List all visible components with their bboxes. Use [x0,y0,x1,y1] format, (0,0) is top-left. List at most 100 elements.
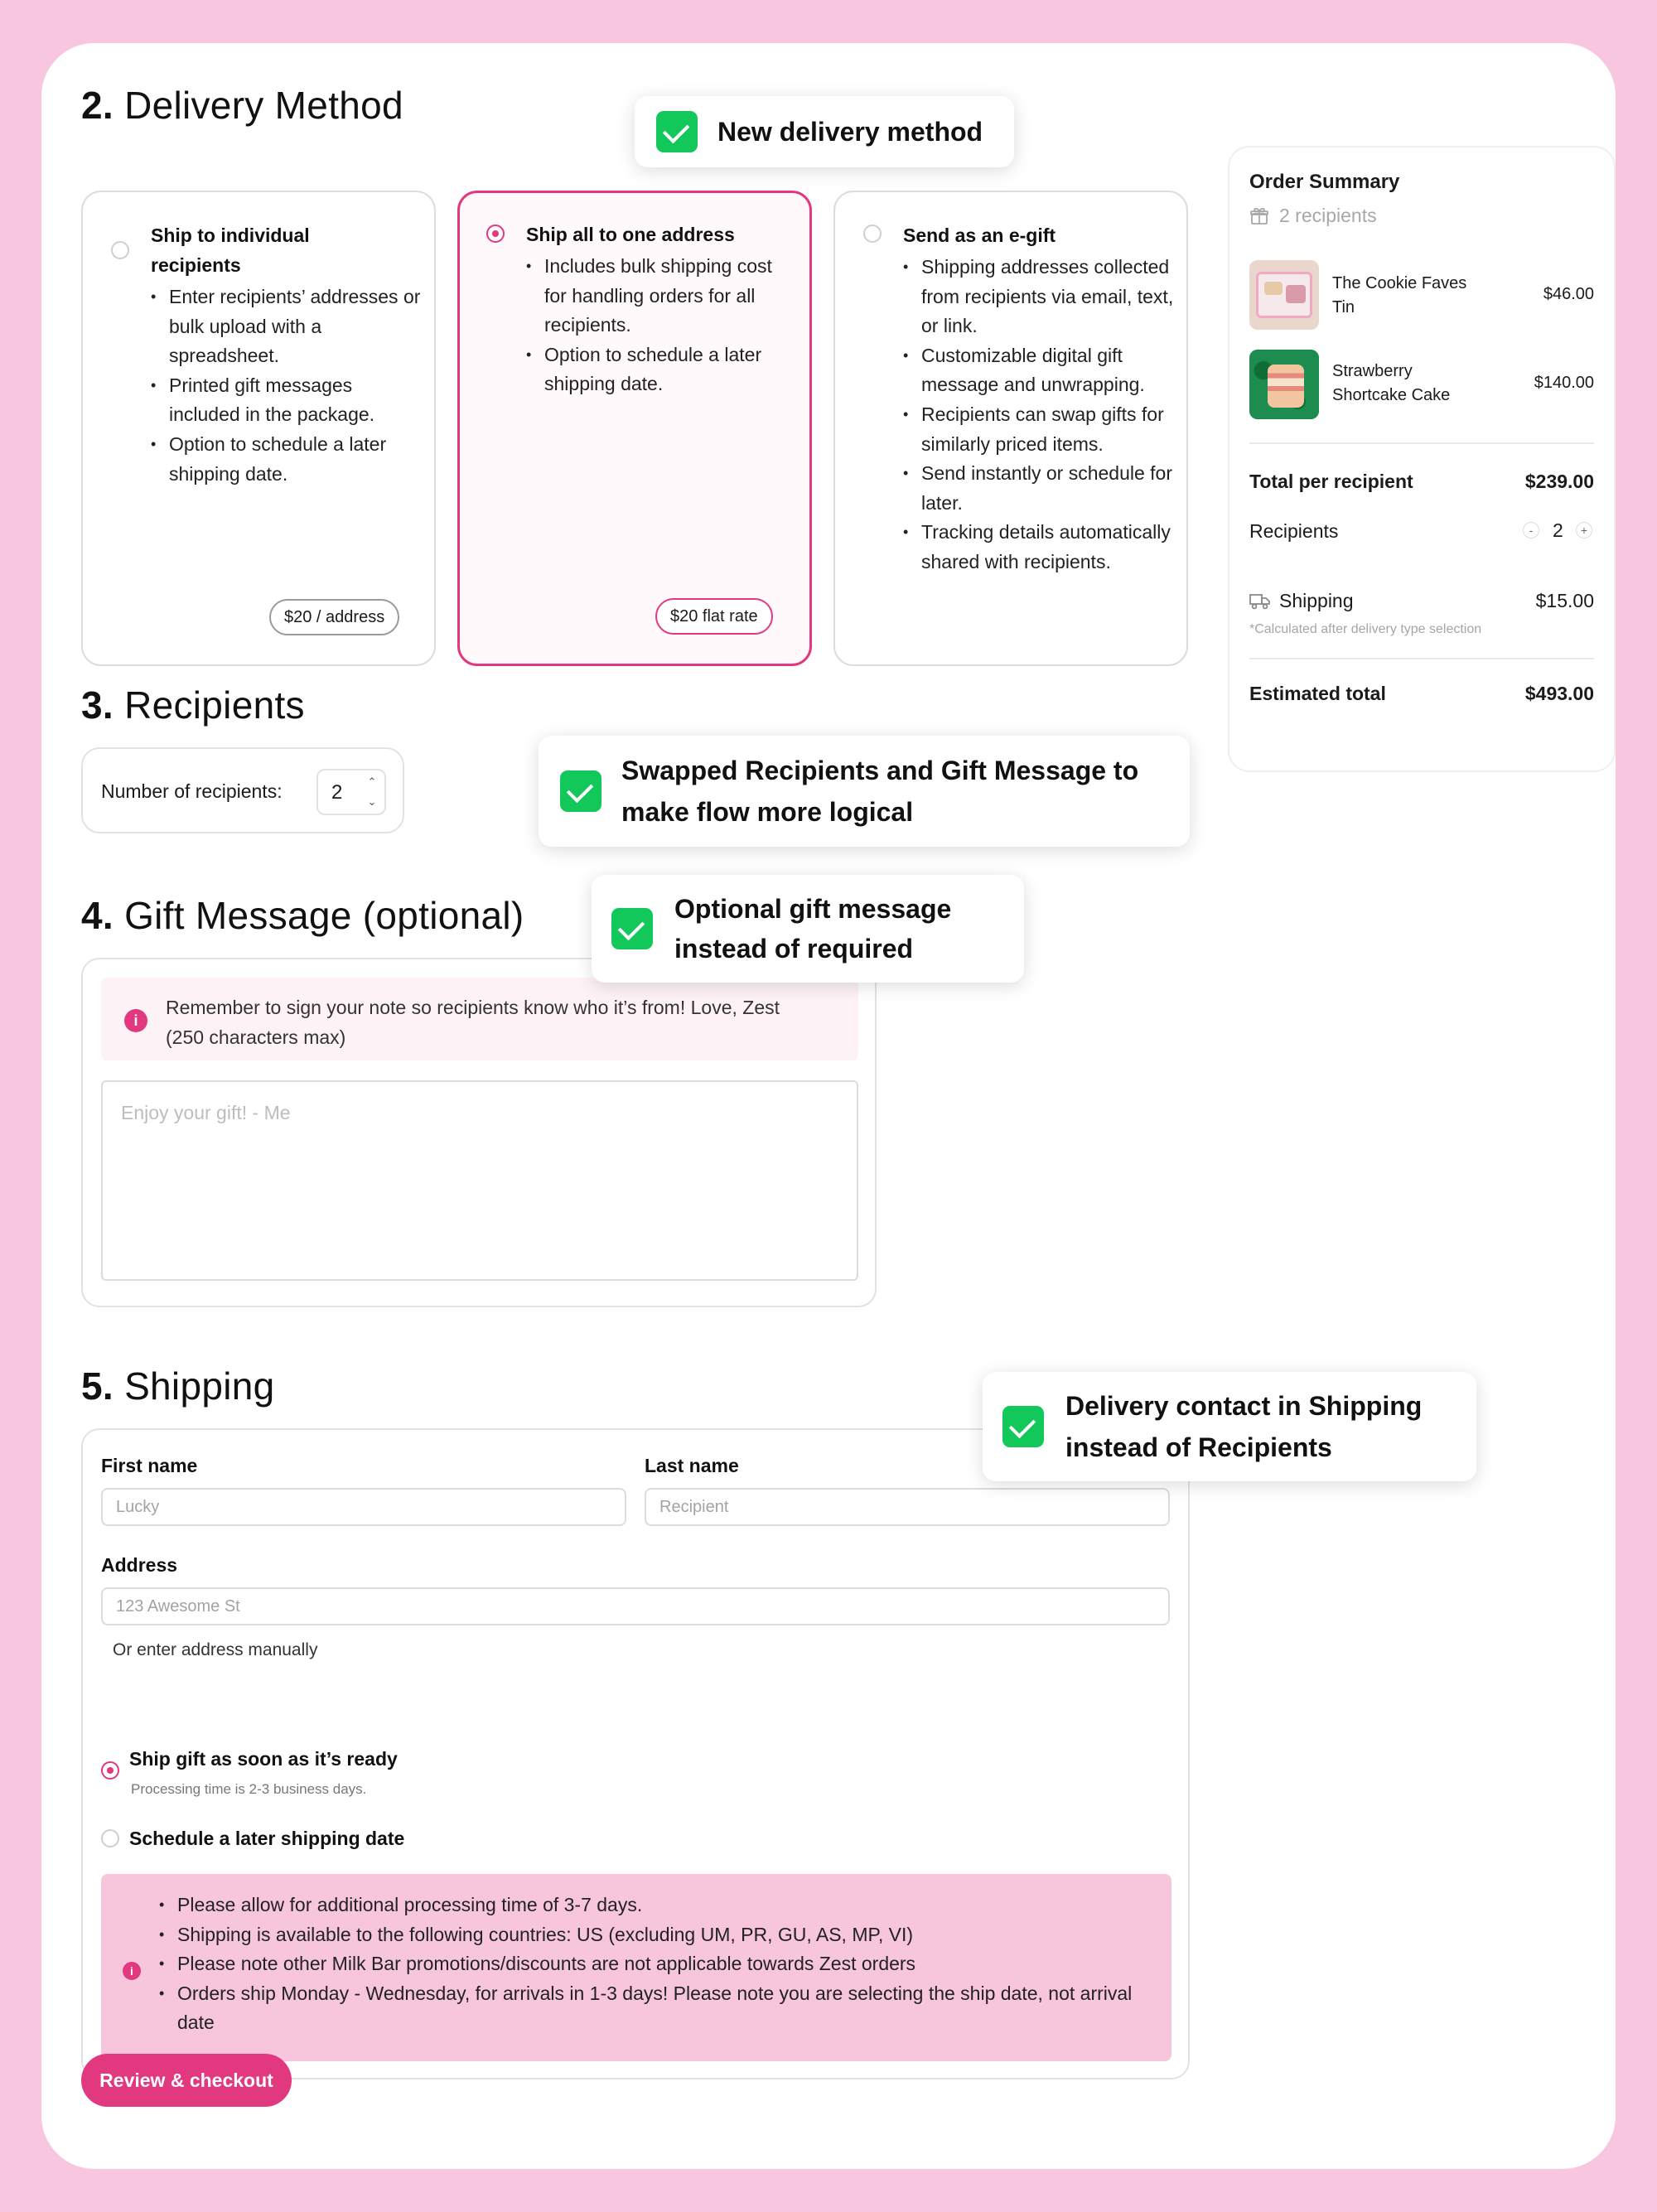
radio-ship-later[interactable] [101,1829,119,1847]
estimated-value: $493.00 [1524,683,1594,704]
divider [1249,442,1594,444]
radio-egift[interactable] [863,225,882,243]
bullet: Printed gift messages included in the pa… [151,371,424,430]
product-name: The Cookie Faves Tin [1332,274,1467,316]
product-thumb-cookie-tin [1249,260,1319,330]
option-bullets: Includes bulk shipping cost for handling… [526,252,800,399]
bullet: Tracking details automatically shared wi… [903,518,1176,577]
chevron-up-icon[interactable]: ⌃ [361,773,383,791]
delivery-option-egift[interactable]: Send as an e-gift Shipping addresses col… [833,191,1188,666]
checkout-card: 2. Delivery Method Ship to individual rec… [41,43,1616,2169]
option-bullets: Shipping addresses collected from recipi… [903,253,1176,577]
gift-box: i Remember to sign your note so recipien… [81,958,877,1307]
bullet: Please note other Milk Bar promotions/di… [159,1949,1153,1979]
recipients-stepper[interactable]: 2 ⌃ ⌄ [316,769,386,815]
cake-shape [1268,365,1304,408]
option-title: Ship all to one address [526,224,735,245]
gift-info: i Remember to sign your note so recipien… [101,978,858,1060]
bullet: Recipients can swap gifts for similarly … [903,400,1176,459]
product-thumb-shortcake [1249,350,1319,419]
bullet: Orders ship Monday - Wednesday, for arri… [159,1979,1153,2038]
price-pill: $20 / address [269,599,400,635]
shipping-note: *Calculated after delivery type selectio… [1249,622,1482,636]
plus-icon[interactable]: + [1576,522,1592,539]
delivery-heading: 2. Delivery Method [81,84,403,127]
minus-icon[interactable]: - [1523,522,1539,539]
bullet: Option to schedule a later shipping date… [151,430,424,489]
stepper-value: 2 [331,781,343,804]
divider [1249,658,1594,659]
shipping-info-bullets: Please allow for additional processing t… [159,1891,1153,2038]
manual-address-link[interactable]: Or enter address manually [113,1640,317,1660]
shipping-info: i Please allow for additional processing… [101,1874,1171,2061]
annotation-new-delivery: New delivery method [635,96,1014,167]
product-price: $46.00 [1543,285,1594,303]
recipients-box: Number of recipients: 2 ⌃ ⌄ [81,747,404,833]
annotation-text: Optional gift message instead of required [674,894,952,964]
bullet: Includes bulk shipping cost for handling… [526,252,800,340]
gift-info-text: Remember to sign your note so recipients… [166,997,780,1048]
recipients-label: Recipients [1249,520,1339,542]
order-summary: Order Summary 2 recipients The Cookie Fa… [1228,146,1616,772]
first-name-input[interactable]: Lucky [101,1488,626,1526]
bullet: Enter recipients’ addresses or bulk uplo… [151,283,424,371]
info-icon: i [124,1009,147,1032]
shipping-box: First name Last name Lucky Recipient Add… [81,1428,1190,2079]
shipping-row: Shipping [1249,590,1354,612]
last-name-label: Last name [645,1455,739,1476]
ship-later-label[interactable]: Schedule a later shipping date [129,1828,404,1850]
option-title: Ship to individual recipients [151,225,310,276]
bullet: Customizable digital gift message and un… [903,341,1176,400]
chevron-down-icon[interactable]: ⌄ [361,793,383,811]
first-name-label: First name [101,1455,198,1476]
cookie-shape [1264,282,1283,295]
recipients-value: 2 [1553,519,1563,541]
cookie-shape [1286,285,1306,303]
recipients-count: 2 recipients [1279,205,1377,226]
summary-title: Order Summary [1249,171,1400,193]
last-name-input[interactable]: Recipient [645,1488,1170,1526]
bullet: Please allow for additional processing t… [159,1891,1153,1920]
check-icon [560,770,601,812]
option-bullets: Enter recipients’ addresses or bulk uplo… [151,283,424,489]
ship-asap-label[interactable]: Ship gift as soon as it’s ready [129,1748,398,1770]
gift-message-input[interactable]: Enjoy your gift! - Me [101,1080,858,1281]
shipping-heading: 5. Shipping [81,1364,275,1408]
recipients-heading: 3. Recipients [81,683,305,727]
radio-individual[interactable] [111,241,129,259]
product-price: $140.00 [1534,374,1594,392]
shipping-value: $15.00 [1535,590,1594,611]
price-pill: $20 flat rate [655,598,773,635]
annotation-text: Delivery contact in Shipping instead of R… [1065,1391,1423,1462]
truck-icon [1249,593,1270,609]
shipping-label: Shipping [1279,590,1354,611]
check-icon [611,908,653,949]
radio-one-address[interactable] [486,225,505,243]
gift-heading: 4. Gift Message (optional) [81,894,524,937]
delivery-option-individual[interactable]: Ship to individualrecipients Enter recip… [81,191,436,666]
summary-recipients: 2 recipients [1249,205,1377,227]
bullet: Shipping addresses collected from recipi… [903,253,1176,341]
annotation-contact: Delivery contact in Shipping instead of R… [983,1372,1476,1481]
annotation-optional: Optional gift message instead of required [592,875,1024,983]
annotation-swapped: Swapped Recipients and Gift Message to ma… [539,736,1190,847]
bullet: Shipping is available to the following c… [159,1920,1153,1950]
address-input[interactable]: 123 Awesome St [101,1587,1170,1625]
recipients-label: Number of recipients: [101,780,283,802]
gift-icon [1250,207,1268,225]
total-per-label: Total per recipient [1249,471,1413,492]
annotation-text: New delivery method [717,117,983,147]
bullet: Option to schedule a later shipping date… [526,340,800,399]
address-label: Address [101,1554,178,1576]
estimated-label: Estimated total [1249,683,1386,704]
delivery-option-one-address[interactable]: Ship all to one address Includes bulk sh… [457,191,812,666]
option-title: Send as an e-gift [903,225,1056,246]
check-icon [656,111,698,152]
info-icon: i [123,1962,141,1980]
product-name: Strawberry Shortcake Cake [1332,362,1451,404]
check-icon [1002,1406,1044,1447]
total-per-value: $239.00 [1524,471,1594,492]
review-checkout-button[interactable]: Review & checkout [81,2054,292,2107]
radio-ship-asap[interactable] [101,1761,119,1780]
gift-placeholder: Enjoy your gift! - Me [121,1102,291,1123]
